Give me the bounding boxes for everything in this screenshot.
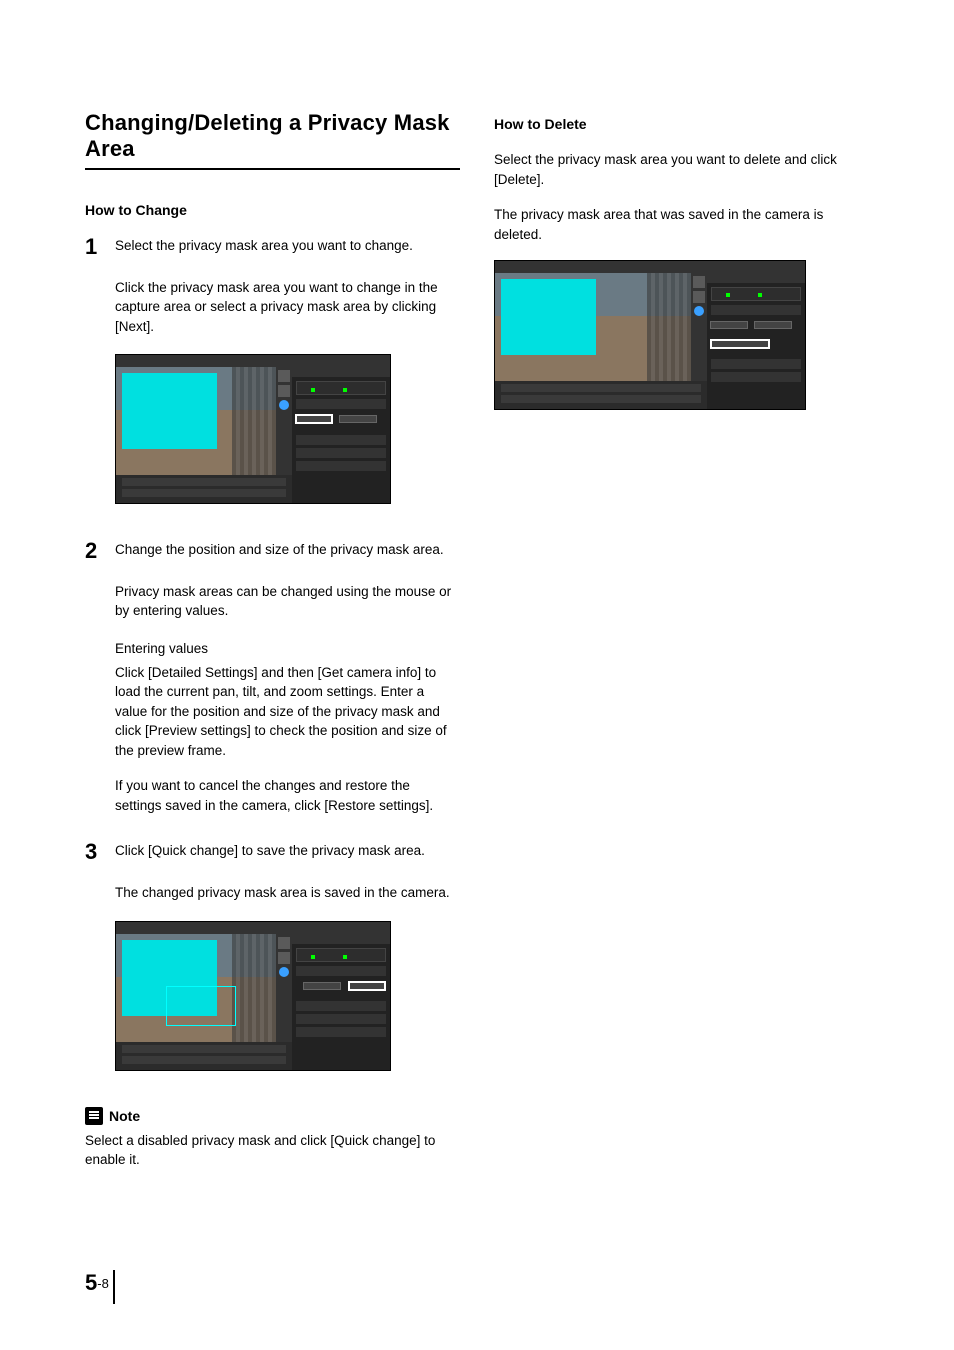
step-para: Click [Detailed Settings] and then [Get … bbox=[115, 663, 460, 761]
how-to-change-heading: How to Change bbox=[85, 202, 460, 218]
step-lead: Select the privacy mask area you want to… bbox=[115, 236, 460, 256]
step-1: 1 Select the privacy mask area you want … bbox=[85, 236, 460, 514]
step-3: 3 Click [Quick change] to save the priva… bbox=[85, 841, 460, 1080]
screenshot-figure-3 bbox=[494, 260, 806, 410]
note-text: Select a disabled privacy mask and click… bbox=[85, 1131, 460, 1170]
page-body: Changing/Deleting a Privacy Mask Area Ho… bbox=[0, 0, 954, 1230]
step-lead: Click [Quick change] to save the privacy… bbox=[115, 841, 460, 861]
screenshot-figure-1 bbox=[115, 354, 391, 504]
step-2: 2 Change the position and size of the pr… bbox=[85, 540, 460, 815]
note-head: Note bbox=[85, 1107, 460, 1125]
screenshot-figure-2 bbox=[115, 921, 391, 1071]
note-icon bbox=[85, 1107, 103, 1125]
step-body: Click [Quick change] to save the privacy… bbox=[115, 841, 460, 1080]
step-number: 3 bbox=[85, 841, 105, 1080]
page-footer: 5-8 bbox=[85, 1270, 109, 1296]
step-para: If you want to cancel the changes and re… bbox=[115, 776, 460, 815]
subsection-title: Entering values bbox=[115, 639, 460, 659]
left-column: Changing/Deleting a Privacy Mask Area Ho… bbox=[85, 110, 460, 1170]
page-number: -8 bbox=[97, 1276, 109, 1291]
delete-para-2: The privacy mask area that was saved in … bbox=[494, 205, 869, 244]
footer-rule bbox=[113, 1270, 115, 1304]
step-body: Select the privacy mask area you want to… bbox=[115, 236, 460, 514]
delete-para-1: Select the privacy mask area you want to… bbox=[494, 150, 869, 189]
how-to-delete-heading: How to Delete bbox=[494, 116, 869, 132]
step-para: The changed privacy mask area is saved i… bbox=[115, 883, 460, 903]
step-number: 1 bbox=[85, 236, 105, 514]
note-label: Note bbox=[109, 1108, 140, 1124]
chapter-number: 5 bbox=[85, 1270, 97, 1295]
step-number: 2 bbox=[85, 540, 105, 815]
section-title: Changing/Deleting a Privacy Mask Area bbox=[85, 110, 460, 170]
step-body: Change the position and size of the priv… bbox=[115, 540, 460, 815]
step-para: Privacy mask areas can be changed using … bbox=[115, 582, 460, 621]
step-para: Click the privacy mask area you want to … bbox=[115, 278, 460, 337]
step-lead: Change the position and size of the priv… bbox=[115, 540, 460, 560]
note-block: Note Select a disabled privacy mask and … bbox=[85, 1107, 460, 1170]
right-column: How to Delete Select the privacy mask ar… bbox=[494, 110, 869, 1170]
